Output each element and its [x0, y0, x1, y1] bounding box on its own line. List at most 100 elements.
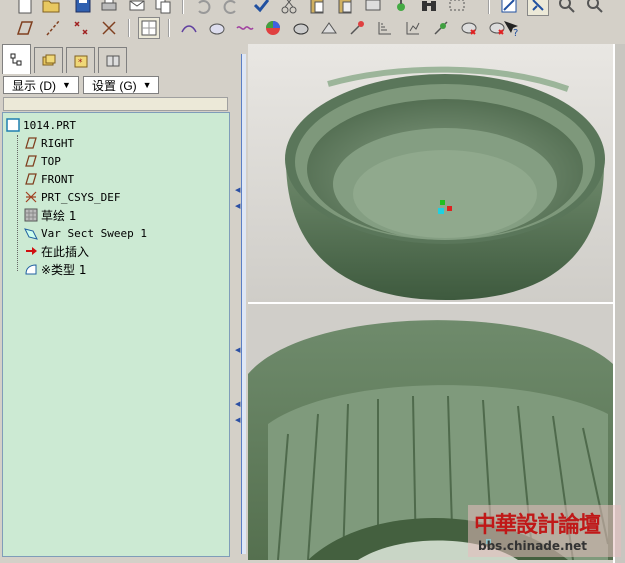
tree-item[interactable]: FRONT	[23, 171, 74, 187]
tree-item-label: FRONT	[41, 172, 75, 186]
point-display-icon[interactable]	[458, 17, 480, 39]
tree-item-label: TOP	[41, 154, 61, 168]
layer-icon[interactable]	[362, 0, 384, 16]
svg-text:?: ?	[513, 28, 518, 38]
watermark-url: bbs.chinade.net	[478, 539, 587, 553]
tree-item[interactable]: Var Sect Sweep 1	[23, 225, 147, 241]
model-tree: 1014.PRT RIGHT TOP FRONT PRT_CSYS_DEF 草绘…	[2, 112, 230, 557]
navigator-tabs: *	[0, 44, 230, 74]
collapse-arrow-icon[interactable]: ◀	[235, 186, 240, 194]
tree-item-label: ※类型 1	[41, 262, 87, 277]
redo-icon[interactable]	[220, 0, 242, 16]
orient-icon[interactable]	[318, 17, 340, 39]
splitter-bar	[241, 54, 246, 554]
axis-display-icon[interactable]	[430, 17, 452, 39]
open-icon[interactable]	[40, 0, 62, 16]
paste-icon[interactable]	[306, 0, 328, 16]
binoculars-icon[interactable]	[418, 0, 440, 16]
csys-icon[interactable]	[98, 17, 120, 39]
tree-item-insert-here[interactable]: 在此插入	[23, 243, 89, 259]
tree-root-label: 1014.PRT	[23, 118, 76, 132]
collapse-arrow-icon[interactable]: ◀	[235, 400, 240, 408]
model-tree-menubar: 显示 (D) ▼ 设置 (G) ▼	[0, 74, 230, 96]
folder-icon	[42, 54, 55, 65]
tree-item[interactable]: 草绘 1	[23, 207, 76, 223]
tree-connector-line	[17, 135, 18, 271]
zoom-out-icon[interactable]	[584, 0, 606, 16]
tree-item[interactable]: TOP	[23, 153, 61, 169]
tree-item[interactable]: RIGHT	[23, 135, 74, 151]
toolbar: ?	[0, 0, 625, 44]
plane-display-icon[interactable]	[402, 17, 424, 39]
tree-root[interactable]: 1014.PRT	[5, 117, 76, 133]
regenerate-icon[interactable]	[250, 0, 272, 16]
select-icon[interactable]	[527, 0, 549, 16]
saved-views-icon[interactable]	[290, 17, 312, 39]
sweep-icon	[23, 225, 39, 241]
view-manager-icon[interactable]	[138, 17, 160, 39]
sketch-icon	[23, 207, 39, 223]
tree-column-header	[3, 97, 228, 111]
undo-icon[interactable]	[192, 0, 214, 16]
select-box-icon[interactable]	[446, 0, 468, 16]
datum-plane-icon	[23, 135, 39, 151]
new-icon[interactable]	[14, 0, 36, 16]
shading-icon[interactable]	[262, 17, 284, 39]
hidden-line-icon[interactable]	[206, 17, 228, 39]
connections-icon	[106, 55, 119, 66]
datum-plane-icon[interactable]	[14, 17, 36, 39]
feature-icon	[23, 261, 39, 277]
csys-icon	[23, 189, 39, 205]
show-menu-button[interactable]: 显示 (D) ▼	[3, 76, 79, 94]
right-edge-strip	[613, 44, 625, 563]
part-icon	[5, 117, 21, 133]
tree-item-label: RIGHT	[41, 136, 75, 150]
tree-item-label: 草绘 1	[41, 208, 77, 223]
pane-splitter[interactable]: ◀ ◀ ◀ ◀ ◀	[231, 44, 247, 563]
tree-item[interactable]: PRT_CSYS_DEF	[23, 189, 120, 205]
light-icon[interactable]	[390, 0, 412, 16]
email-icon[interactable]	[126, 0, 148, 16]
cut-icon[interactable]	[278, 0, 300, 16]
tree-item-label: 在此插入	[41, 244, 90, 259]
graphics-viewport-top[interactable]	[248, 44, 613, 302]
chevron-down-icon: ▼	[142, 80, 152, 90]
print-icon[interactable]	[98, 0, 120, 16]
spin-center-icon[interactable]	[374, 17, 396, 39]
connections-tab[interactable]	[98, 47, 127, 73]
insert-arrow-icon	[23, 243, 39, 259]
settings-menu-button[interactable]: 设置 (G) ▼	[83, 76, 159, 94]
tree-item[interactable]: ※类型 1	[23, 261, 87, 277]
forum-watermark: 中華設計論壇 bbs.chinade.net	[468, 505, 621, 557]
datum-plane-icon	[23, 153, 39, 169]
watermark-title: 中華設計論壇	[474, 512, 601, 538]
favorites-tab[interactable]: *	[66, 47, 95, 73]
datum-plane-icon	[23, 171, 39, 187]
save-icon[interactable]	[72, 0, 94, 16]
paste-special-icon[interactable]	[334, 0, 356, 16]
model-tree-tab[interactable]	[2, 44, 31, 74]
datum-point-icon[interactable]	[70, 17, 92, 39]
collapse-arrow-icon[interactable]: ◀	[235, 416, 240, 424]
model-tree-icon	[10, 53, 21, 65]
copy-icon[interactable]	[152, 0, 174, 16]
folder-browser-tab[interactable]	[34, 47, 63, 73]
show-menu-label: 显示 (D)	[12, 78, 56, 93]
datum-axis-icon[interactable]	[42, 17, 64, 39]
chevron-down-icon: ▼	[62, 80, 71, 90]
favorites-icon: *	[74, 55, 87, 68]
collapse-arrow-icon[interactable]: ◀	[235, 202, 240, 210]
settings-menu-label: 设置 (G)	[92, 78, 137, 93]
wireframe-icon[interactable]	[178, 17, 200, 39]
tree-item-label: Var Sect Sweep 1	[41, 226, 147, 240]
collapse-arrow-icon[interactable]: ◀	[235, 346, 240, 354]
bowl-model-top-view	[285, 66, 605, 300]
repaint-icon[interactable]	[346, 17, 368, 39]
zoom-in-icon[interactable]	[556, 0, 578, 16]
toolbar-row-top	[0, 0, 625, 16]
tree-item-label: PRT_CSYS_DEF	[41, 190, 121, 204]
no-hidden-icon[interactable]	[234, 17, 256, 39]
whats-this-icon[interactable]: ?	[500, 17, 522, 39]
svg-text:*: *	[78, 58, 83, 68]
sketch-icon[interactable]	[498, 0, 520, 16]
